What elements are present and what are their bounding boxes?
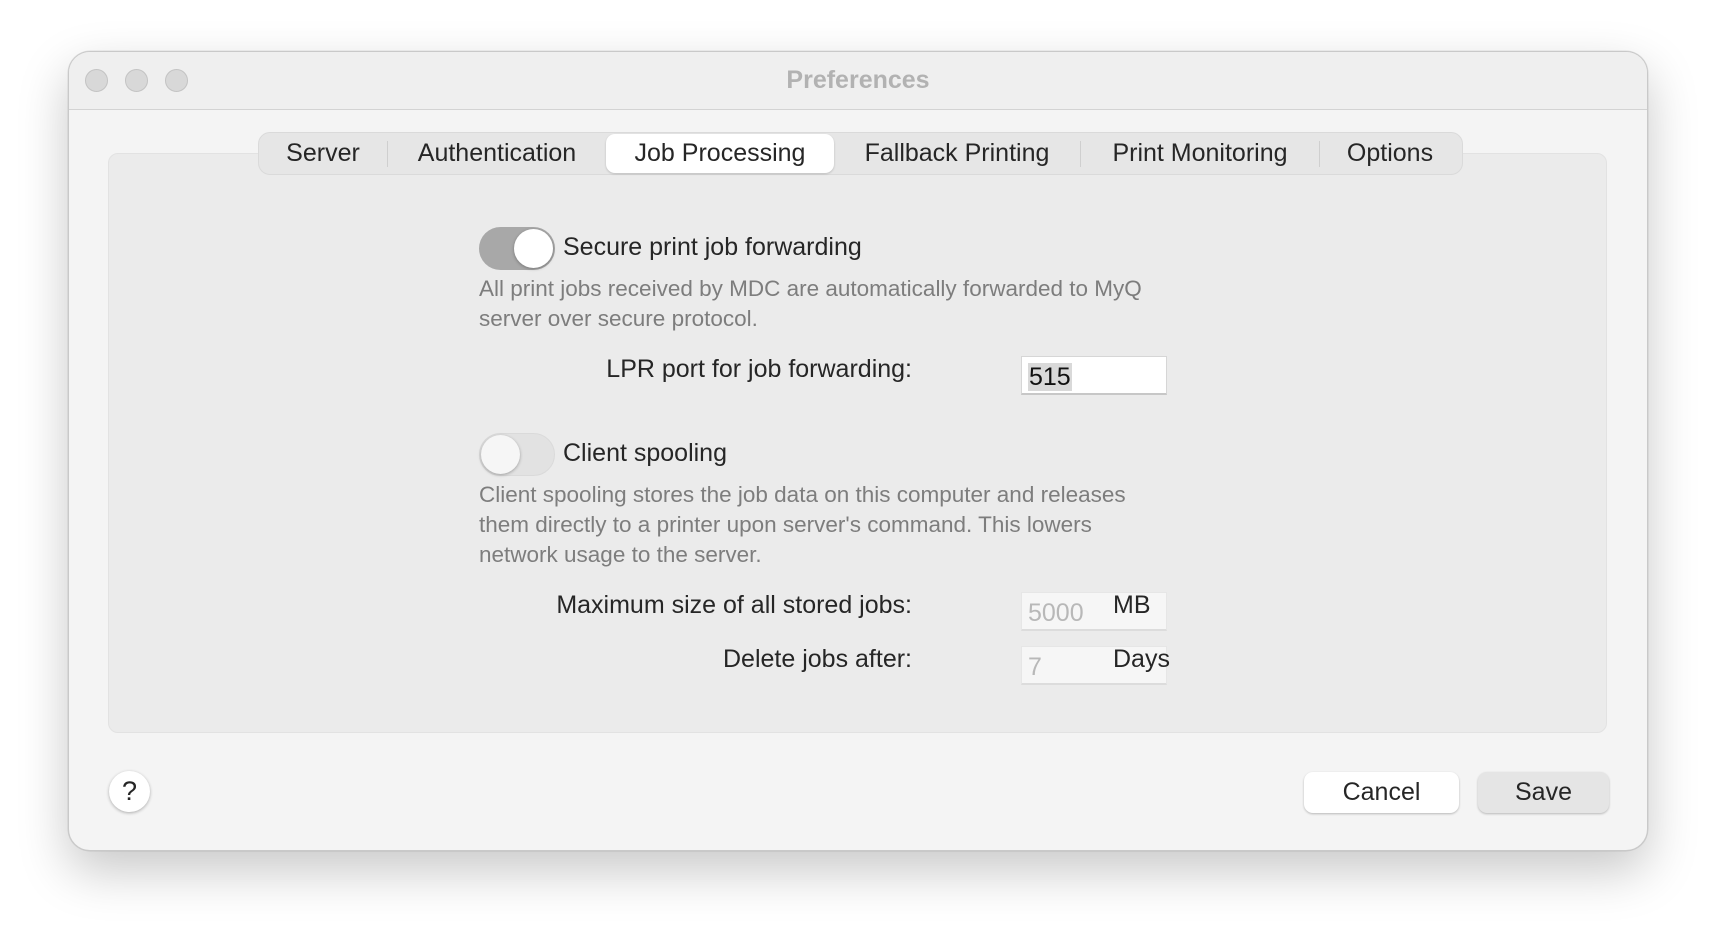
- delete-after-unit: Days: [1113, 645, 1170, 673]
- window-title: Preferences: [786, 66, 930, 94]
- toggle-knob: [481, 435, 520, 474]
- title-bar: Preferences: [69, 52, 1647, 110]
- tab-job-processing[interactable]: Job Processing: [606, 134, 834, 173]
- cancel-button[interactable]: Cancel: [1304, 772, 1459, 813]
- description-line: Client spooling stores the job data on t…: [479, 482, 1126, 507]
- tab-bar: Server Authentication Job Processing Fal…: [258, 132, 1463, 175]
- tab-options[interactable]: Options: [1320, 134, 1460, 173]
- help-button[interactable]: ?: [109, 771, 150, 812]
- lpr-port-label: LPR port for job forwarding:: [606, 355, 912, 383]
- preferences-window: Preferences Secure print job forwarding …: [68, 51, 1648, 851]
- tab-fallback-printing[interactable]: Fallback Printing: [834, 134, 1080, 173]
- tab-authentication[interactable]: Authentication: [388, 134, 606, 173]
- description-line: network usage to the server.: [479, 542, 762, 567]
- lpr-port-input[interactable]: 515: [1021, 356, 1167, 395]
- tab-print-monitoring[interactable]: Print Monitoring: [1081, 134, 1319, 173]
- tab-server[interactable]: Server: [259, 134, 387, 173]
- secure-forwarding-label: Secure print job forwarding: [563, 233, 862, 261]
- lpr-port-value: 515: [1028, 363, 1072, 391]
- description-line: All print jobs received by MDC are autom…: [479, 276, 1142, 301]
- max-size-label: Maximum size of all stored jobs:: [556, 591, 912, 619]
- client-spooling-label: Client spooling: [563, 439, 727, 467]
- delete-after-label: Delete jobs after:: [723, 645, 912, 673]
- secure-forwarding-description: All print jobs received by MDC are autom…: [479, 274, 1142, 334]
- toggle-knob: [514, 229, 553, 268]
- secure-forwarding-toggle[interactable]: [479, 227, 555, 270]
- save-button[interactable]: Save: [1478, 772, 1609, 813]
- max-size-unit: MB: [1113, 591, 1151, 619]
- client-spooling-toggle[interactable]: [479, 433, 555, 476]
- description-line: them directly to a printer upon server's…: [479, 512, 1092, 537]
- description-line: server over secure protocol.: [479, 306, 758, 331]
- tab-content-panel: Secure print job forwarding All print jo…: [108, 153, 1607, 733]
- question-mark-icon: ?: [121, 776, 138, 806]
- client-spooling-description: Client spooling stores the job data on t…: [479, 480, 1126, 570]
